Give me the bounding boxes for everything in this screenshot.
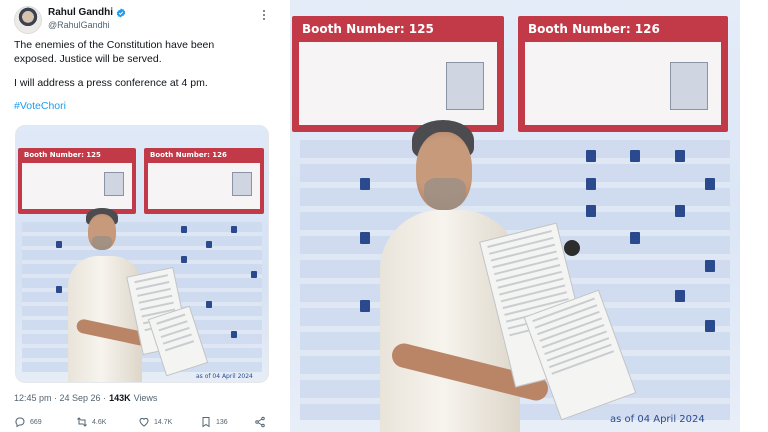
booth-number-label: Booth Number: 125 [24,151,101,159]
press-photo: Booth Number: 125 Booth Number: 126 as o… [290,0,740,432]
tweet-actions: 669 4.6K 14.7K 136 [14,416,272,430]
booth-card-left: Booth Number: 125 [18,148,136,214]
share-button[interactable] [254,416,266,428]
reply-icon [15,417,25,428]
hashtag-link[interactable]: #VoteChori [14,100,66,112]
repost-button[interactable]: 4.6K [76,416,106,428]
author-name[interactable]: Rahul Gandhi [48,7,113,18]
share-icon [255,416,265,428]
bookmark-icon [202,417,210,428]
slide-date-text: as of 04 April 2024 [610,414,705,425]
slide-date-text: as of 04 April 2024 [196,373,253,380]
views-count: 143K [109,393,131,403]
booth-number-label: Booth Number: 126 [150,151,227,159]
tweet-text-line: The enemies of the Constitution have bee… [14,39,215,51]
reply-count: 669 [30,418,42,426]
booth-card-left: Booth Number: 125 [292,16,504,132]
author-handle[interactable]: @RahulGandhi [48,20,110,30]
booth-number-label: Booth Number: 125 [302,22,434,36]
booth-card-right: Booth Number: 126 [518,16,728,132]
repost-count: 4.6K [92,418,107,426]
verified-badge-icon [116,7,126,18]
tweet-meta: 12:45 pm · 24 Sep 26 · 143K Views [14,393,157,403]
tweet-media-image[interactable]: Booth Number: 125 Booth Number: 126 as o… [15,125,269,383]
tweet-text-line: exposed. Justice will be served. [14,53,162,65]
tweet-text-line: I will address a press conference at 4 p… [14,77,208,89]
tweet-card: Rahul Gandhi @RahulGandhi The enemies of… [0,0,284,432]
heart-icon [139,417,149,427]
bookmark-count: 136 [216,418,228,426]
like-count: 14.7K [154,418,173,426]
bookmark-button[interactable]: 136 [200,416,228,428]
microphone [564,240,580,256]
more-options-icon[interactable] [258,8,270,22]
booth-number-label: Booth Number: 126 [528,22,660,36]
views-label: Views [133,393,158,403]
like-button[interactable]: 14.7K [138,416,172,428]
repost-icon [77,417,87,427]
avatar[interactable] [14,6,42,34]
booth-card-right: Booth Number: 126 [144,148,264,214]
author-row: Rahul Gandhi [48,7,126,18]
reply-button[interactable]: 669 [14,416,42,428]
timestamp[interactable]: 12:45 pm · 24 Sep 26 · [14,393,106,403]
